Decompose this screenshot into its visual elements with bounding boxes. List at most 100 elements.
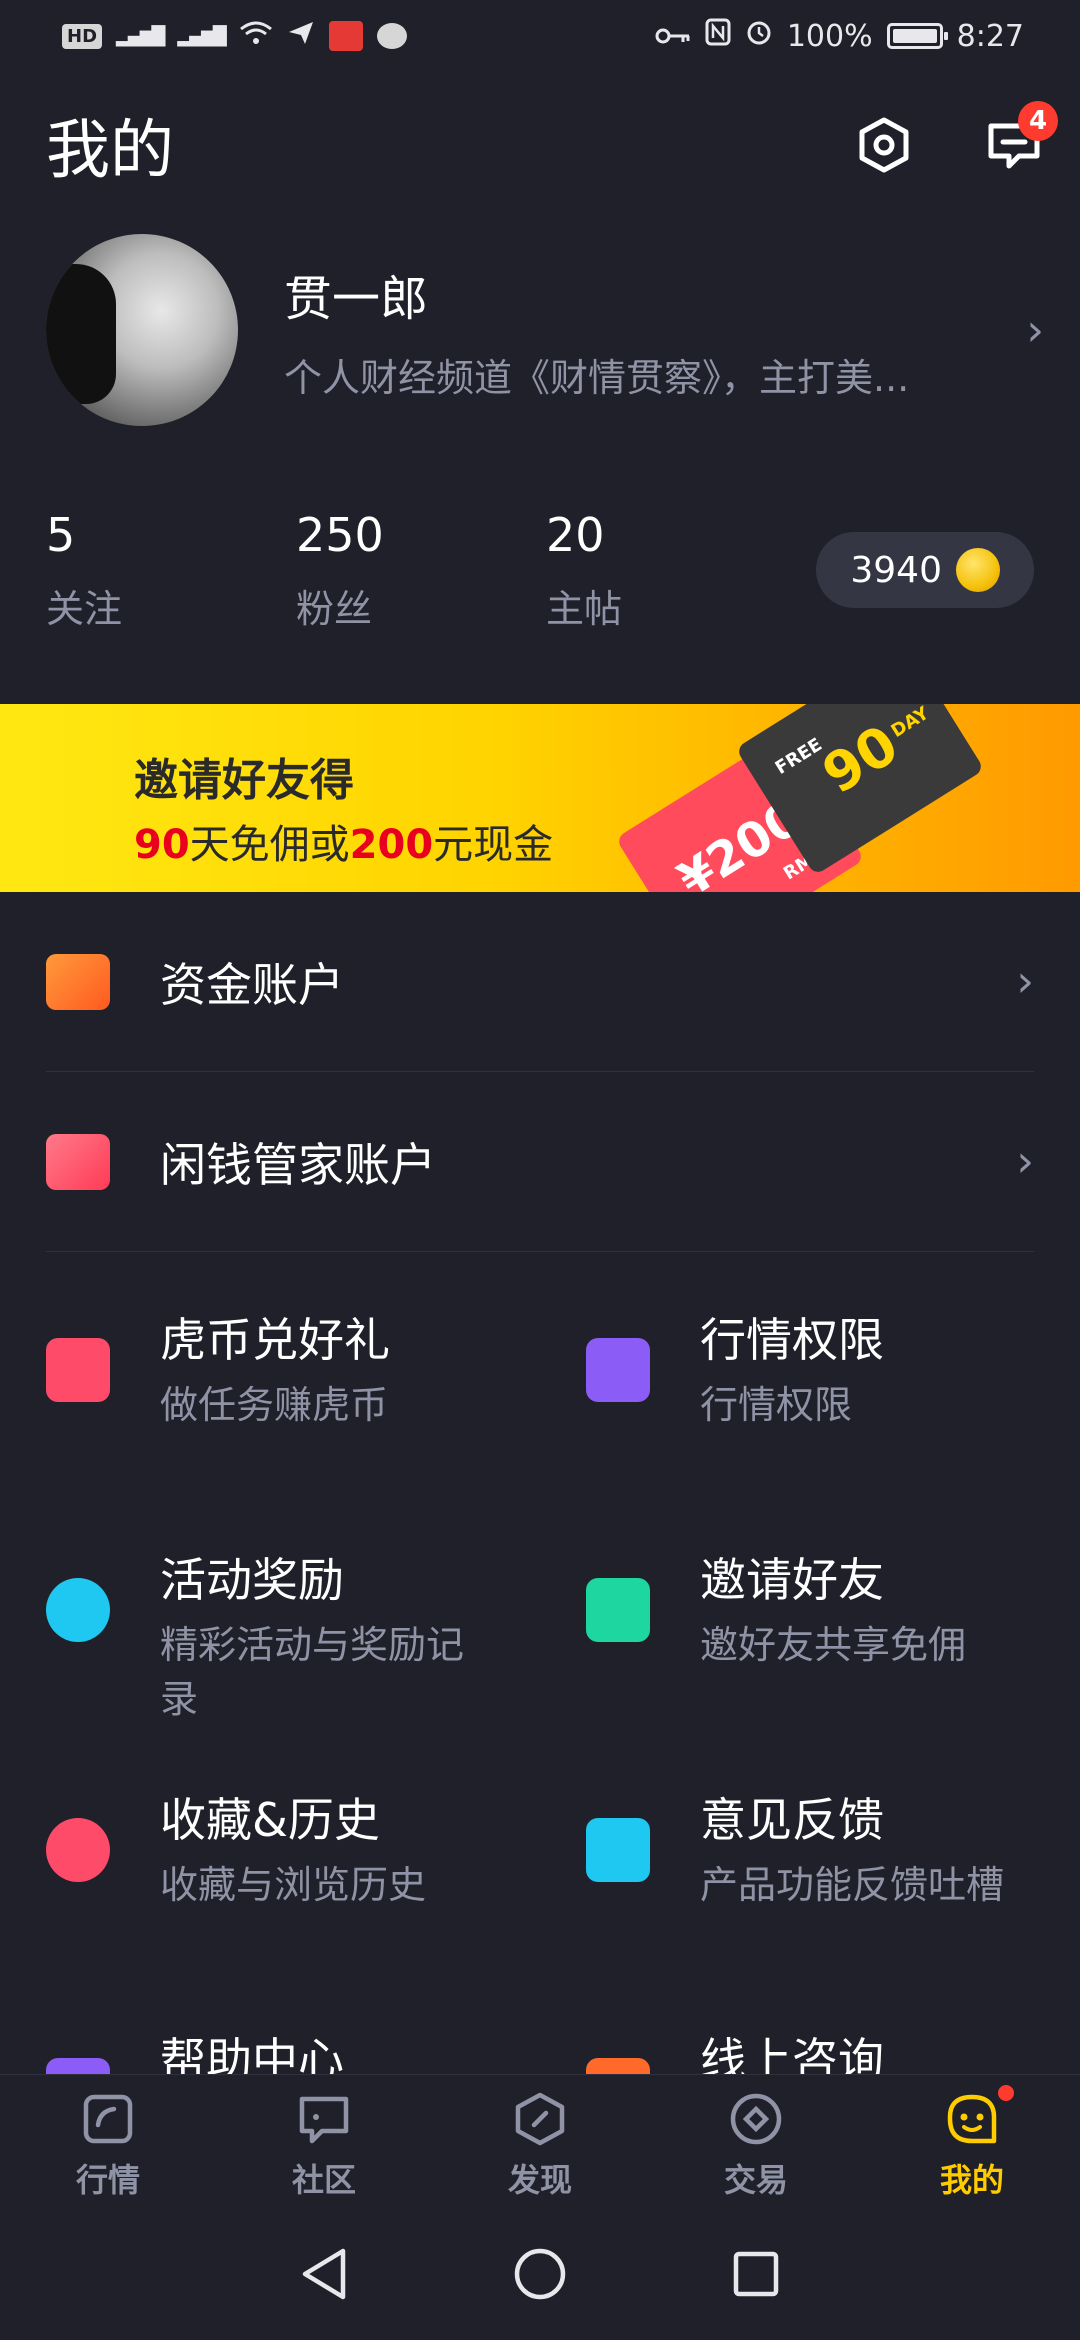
grid-text: 邀请好友 邀好友共享免佣 xyxy=(700,1550,1040,1672)
tab-trade[interactable]: 交易 xyxy=(648,2075,864,2208)
grid-item-feedback[interactable]: 意见反馈 产品功能反馈吐槽 xyxy=(586,1790,1080,1912)
coin-balance-button[interactable]: 3940 xyxy=(816,532,1034,608)
grid-title: 行情权限 xyxy=(700,1313,884,1367)
signal-icon: ▂▄▆█ xyxy=(116,25,165,47)
discover-tab-icon xyxy=(515,2092,565,2146)
messages-button[interactable]: 4 xyxy=(984,101,1058,175)
status-bar: HD ▂▄▆█ ▂▄▆█ 100% 8:27 xyxy=(0,0,1080,72)
chevron-right-icon: › xyxy=(1016,1136,1034,1187)
tab-discover[interactable]: 发现 xyxy=(432,2075,648,2208)
clock: 8:27 xyxy=(956,18,1024,54)
grid-item-favorites-history[interactable]: 收藏&历史 收藏与浏览历史 xyxy=(46,1790,546,1912)
status-left: HD ▂▄▆█ ▂▄▆█ xyxy=(62,19,407,54)
avatar-ink-decoration xyxy=(46,264,116,404)
card-icon xyxy=(46,1133,110,1190)
profile-text: 贯一郎 个人财经频道《财情贯察》，主打美... xyxy=(284,259,1004,402)
stat-label: 粉丝 xyxy=(296,586,373,631)
grid-title: 活动奖励 xyxy=(160,1553,344,1607)
tab-label: 交易 xyxy=(723,2161,788,2199)
tab-label: 行情 xyxy=(75,2161,140,2199)
notification-dot xyxy=(998,2085,1014,2101)
alarm-icon xyxy=(745,18,773,54)
signal-icon-2: ▂▄▆█ xyxy=(177,25,226,47)
gift-icon xyxy=(46,1338,110,1402)
hd-icon: HD xyxy=(62,23,103,49)
battery-icon xyxy=(886,23,948,49)
menu-label: 闲钱管家账户 xyxy=(160,1137,436,1192)
star-icon xyxy=(46,1578,110,1642)
ticket-dark-top: FREE xyxy=(771,734,826,779)
grid-text: 收藏&历史 收藏与浏览历史 xyxy=(160,1790,500,1912)
stat-value: 5 xyxy=(46,507,76,562)
recents-icon xyxy=(733,2251,779,2297)
community-tab-icon xyxy=(299,2096,349,2144)
ticket-dark-unit: DAY xyxy=(887,704,933,742)
grid-subtitle: 产品功能反馈吐槽 xyxy=(700,1863,1005,1907)
grid-item-activity-rewards[interactable]: 活动奖励 精彩活动与奖励记录 xyxy=(46,1550,546,1726)
app-notification-icon xyxy=(328,21,363,51)
banner-text-2: 元现金 xyxy=(433,822,554,868)
invite-banner[interactable]: 邀请好友得 90天免佣或200元现金 ¥200 RMB FREE 90 DAY xyxy=(0,704,1080,892)
wifi-icon xyxy=(239,19,273,54)
menu-fund-account[interactable]: 资金账户 › xyxy=(46,892,1034,1072)
grid-title: 收藏&历史 xyxy=(160,1793,380,1847)
bottom-tab-bar: 行情 社区 发现 交易 我的 xyxy=(0,2074,1080,2208)
stat-following[interactable]: 5 关注 xyxy=(46,508,296,633)
page-title: 我的 xyxy=(46,114,174,188)
tab-market[interactable]: 行情 xyxy=(0,2075,216,2208)
grid-subtitle: 收藏与浏览历史 xyxy=(160,1863,427,1907)
grid-text: 虎币兑好礼 做任务赚虎币 xyxy=(160,1310,500,1432)
grid-title: 意见反馈 xyxy=(700,1793,884,1847)
grid-text: 意见反馈 产品功能反馈吐槽 xyxy=(700,1790,1040,1912)
settings-button[interactable] xyxy=(854,115,914,175)
banner-text-1: 天免佣或 xyxy=(189,822,350,868)
wallet-icon xyxy=(46,953,110,1010)
banner-title: 邀请好友得 xyxy=(134,755,354,806)
home-icon xyxy=(514,2248,566,2300)
grid-item-rewards[interactable]: 虎币兑好礼 做任务赚虎币 xyxy=(46,1310,546,1432)
stat-value: 250 xyxy=(296,507,384,562)
grid-title: 虎币兑好礼 xyxy=(160,1313,390,1367)
header: 我的 4 xyxy=(46,90,1058,200)
grid-item-market-access[interactable]: 行情权限 行情权限 xyxy=(586,1310,1080,1432)
mine-tab-icon-wrap xyxy=(944,2085,1014,2147)
grid-text: 行情权限 行情权限 xyxy=(700,1310,1040,1432)
heart-icon xyxy=(46,1818,110,1882)
coin-count: 3940 xyxy=(850,549,942,591)
banner-highlight-days: 90 xyxy=(134,822,190,868)
note-icon xyxy=(586,1818,650,1882)
back-icon xyxy=(302,2248,346,2300)
coin-icon xyxy=(956,548,1000,592)
mail-icon xyxy=(586,1578,650,1642)
recents-button[interactable] xyxy=(728,2246,784,2302)
grid-subtitle: 邀好友共享免佣 xyxy=(700,1623,967,1667)
avatar[interactable] xyxy=(46,234,238,426)
send-icon xyxy=(287,19,315,54)
profile-card[interactable]: 贯一郎 个人财经频道《财情贯察》，主打美... › xyxy=(46,230,1044,430)
stats-row: 5 关注 250 粉丝 20 主帖 3940 xyxy=(46,505,1034,635)
trade-tab-icon xyxy=(730,2093,782,2145)
grid-text: 活动奖励 精彩活动与奖励记录 xyxy=(160,1550,500,1726)
stat-posts[interactable]: 20 主帖 xyxy=(546,508,796,633)
system-nav-bar xyxy=(0,2208,1080,2340)
tab-label: 发现 xyxy=(507,2161,572,2199)
grid-subtitle: 行情权限 xyxy=(700,1383,853,1427)
message-count-badge: 4 xyxy=(1018,101,1058,141)
stat-label: 关注 xyxy=(46,586,123,631)
stat-followers[interactable]: 250 粉丝 xyxy=(296,508,546,633)
stat-value: 20 xyxy=(546,507,605,562)
mine-tab-icon xyxy=(947,2094,997,2144)
profile-bio: 个人财经频道《财情贯察》，主打美... xyxy=(284,355,910,400)
profile-name: 贯一郎 xyxy=(284,270,429,327)
banner-highlight-cash: 200 xyxy=(349,822,434,868)
nfc-icon xyxy=(705,18,731,54)
key-icon xyxy=(655,19,691,54)
back-button[interactable] xyxy=(296,2246,352,2302)
menu-idle-money-account[interactable]: 闲钱管家账户 › xyxy=(46,1072,1034,1252)
tab-mine[interactable]: 我的 xyxy=(864,2075,1080,2208)
chart-icon xyxy=(586,1338,650,1402)
stat-label: 主帖 xyxy=(546,586,623,631)
tab-community[interactable]: 社区 xyxy=(216,2075,432,2208)
grid-item-invite-friends[interactable]: 邀请好友 邀好友共享免佣 xyxy=(586,1550,1080,1672)
home-button[interactable] xyxy=(512,2246,568,2302)
